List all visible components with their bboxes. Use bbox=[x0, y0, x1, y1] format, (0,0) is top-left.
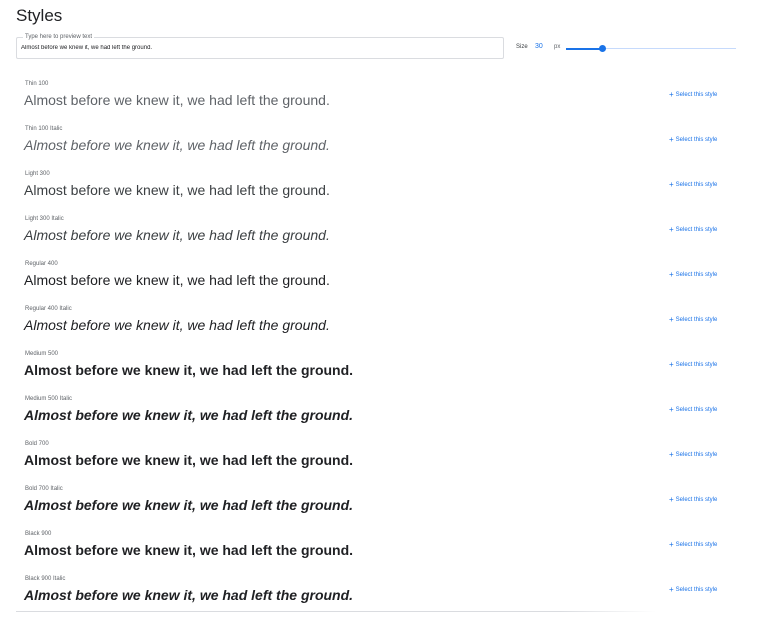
slider-track-fill bbox=[566, 48, 602, 50]
style-name: Medium 500 Italic bbox=[25, 396, 73, 402]
style-sample: Almost before we knew it, we had left th… bbox=[24, 317, 330, 333]
select-style-label: Select this style bbox=[675, 272, 718, 278]
plus-icon: + bbox=[669, 225, 674, 234]
style-row-black-900: Black 900 Almost before we knew it, we h… bbox=[16, 522, 736, 567]
preview-text-input[interactable] bbox=[21, 43, 491, 53]
style-row-regular-400: Regular 400 Almost before we knew it, we… bbox=[16, 252, 736, 297]
plus-icon: + bbox=[669, 450, 674, 459]
select-style-label: Select this style bbox=[675, 497, 718, 503]
divider bbox=[16, 611, 656, 612]
size-slider[interactable] bbox=[566, 44, 736, 54]
style-sample: Almost before we knew it, we had left th… bbox=[24, 182, 330, 198]
style-name: Thin 100 bbox=[25, 81, 49, 87]
select-style-button[interactable]: + Select this style bbox=[669, 90, 717, 99]
style-sample: Almost before we knew it, we had left th… bbox=[24, 92, 330, 108]
select-style-button[interactable]: + Select this style bbox=[669, 405, 717, 414]
plus-icon: + bbox=[669, 270, 674, 279]
plus-icon: + bbox=[669, 180, 674, 189]
size-value[interactable]: 30 bbox=[535, 43, 543, 50]
select-style-button[interactable]: + Select this style bbox=[669, 360, 717, 369]
styles-list: Thin 100 Almost before we knew it, we ha… bbox=[16, 72, 736, 612]
plus-icon: + bbox=[669, 135, 674, 144]
section-title: Styles bbox=[16, 6, 63, 25]
plus-icon: + bbox=[669, 495, 674, 504]
style-name: Black 900 Italic bbox=[25, 576, 66, 582]
plus-icon: + bbox=[669, 540, 674, 549]
select-style-button[interactable]: + Select this style bbox=[669, 315, 717, 324]
style-sample: Almost before we knew it, we had left th… bbox=[24, 362, 354, 378]
style-row-light-300-italic: Light 300 Italic Almost before we knew i… bbox=[16, 207, 736, 252]
select-style-button[interactable]: + Select this style bbox=[669, 270, 717, 279]
style-sample: Almost before we knew it, we had left th… bbox=[24, 542, 354, 558]
style-name: Black 900 bbox=[25, 531, 52, 537]
style-name: Regular 400 bbox=[25, 261, 58, 267]
style-row-medium-500: Medium 500 Almost before we knew it, we … bbox=[16, 342, 736, 387]
select-style-button[interactable]: + Select this style bbox=[669, 135, 717, 144]
plus-icon: + bbox=[669, 585, 674, 594]
style-name: Bold 700 bbox=[25, 441, 49, 447]
style-row-light-300: Light 300 Almost before we knew it, we h… bbox=[16, 162, 736, 207]
select-style-button[interactable]: + Select this style bbox=[669, 225, 717, 234]
style-sample: Almost before we knew it, we had left th… bbox=[24, 497, 354, 513]
select-style-label: Select this style bbox=[675, 362, 718, 368]
plus-icon: + bbox=[669, 405, 674, 414]
select-style-label: Select this style bbox=[675, 92, 718, 98]
style-row-black-900-italic: Black 900 Italic Almost before we knew i… bbox=[16, 567, 736, 612]
select-style-button[interactable]: + Select this style bbox=[669, 540, 717, 549]
style-name: Regular 400 Italic bbox=[25, 306, 72, 312]
style-row-bold-700-italic: Bold 700 Italic Almost before we knew it… bbox=[16, 477, 736, 522]
select-style-label: Select this style bbox=[675, 182, 718, 188]
plus-icon: + bbox=[669, 315, 674, 324]
style-name: Thin 100 Italic bbox=[25, 126, 63, 132]
style-name: Light 300 bbox=[25, 171, 50, 177]
select-style-label: Select this style bbox=[675, 452, 718, 458]
style-sample: Almost before we knew it, we had left th… bbox=[24, 587, 354, 603]
style-name: Light 300 Italic bbox=[25, 216, 64, 222]
style-row-medium-500-italic: Medium 500 Italic Almost before we knew … bbox=[16, 387, 736, 432]
select-style-label: Select this style bbox=[675, 542, 718, 548]
select-style-button[interactable]: + Select this style bbox=[669, 585, 717, 594]
preview-text-field[interactable]: Type here to preview text bbox=[16, 33, 504, 59]
preview-text-label: Type here to preview text bbox=[23, 33, 95, 41]
size-label: Size bbox=[516, 44, 528, 50]
select-style-label: Select this style bbox=[675, 587, 718, 593]
style-sample: Almost before we knew it, we had left th… bbox=[24, 407, 354, 423]
style-name: Bold 700 Italic bbox=[25, 486, 63, 492]
select-style-button[interactable]: + Select this style bbox=[669, 495, 717, 504]
style-sample: Almost before we knew it, we had left th… bbox=[24, 452, 354, 468]
select-style-button[interactable]: + Select this style bbox=[669, 180, 717, 189]
style-row-regular-400-italic: Regular 400 Italic Almost before we knew… bbox=[16, 297, 736, 342]
select-style-label: Select this style bbox=[675, 137, 718, 143]
slider-thumb[interactable] bbox=[598, 45, 606, 52]
style-row-bold-700: Bold 700 Almost before we knew it, we ha… bbox=[16, 432, 736, 477]
select-style-label: Select this style bbox=[675, 227, 718, 233]
style-name: Medium 500 bbox=[25, 351, 59, 357]
style-sample: Almost before we knew it, we had left th… bbox=[24, 272, 330, 288]
select-style-label: Select this style bbox=[675, 407, 718, 413]
style-sample: Almost before we knew it, we had left th… bbox=[24, 137, 330, 153]
style-row-thin-100-italic: Thin 100 Italic Almost before we knew it… bbox=[16, 117, 736, 162]
style-row-thin-100: Thin 100 Almost before we knew it, we ha… bbox=[16, 72, 736, 117]
style-sample: Almost before we knew it, we had left th… bbox=[24, 227, 330, 243]
plus-icon: + bbox=[669, 90, 674, 99]
plus-icon: + bbox=[669, 360, 674, 369]
select-style-button[interactable]: + Select this style bbox=[669, 450, 717, 459]
select-style-label: Select this style bbox=[675, 317, 718, 323]
size-unit: px bbox=[554, 44, 561, 50]
